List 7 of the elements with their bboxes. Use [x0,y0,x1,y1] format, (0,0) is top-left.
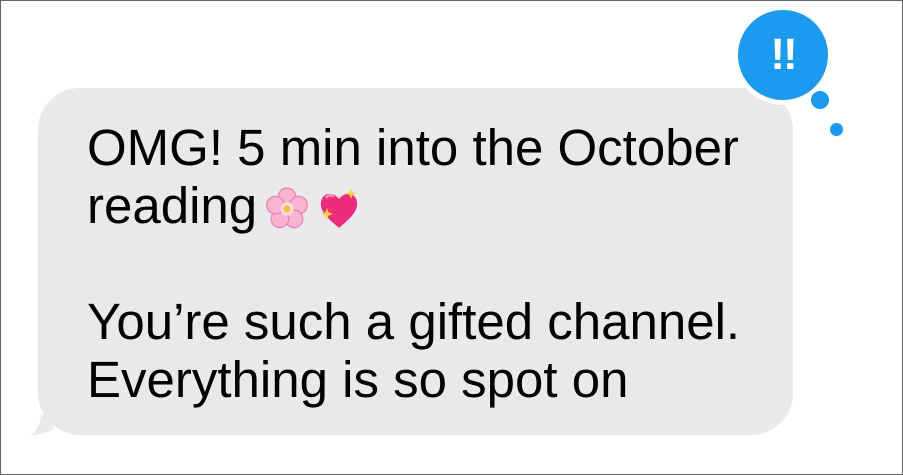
flower-icon [265,187,310,231]
message-text: OMG! 5 min into the October [87,119,739,176]
reaction-tail-dot [830,123,843,136]
message-text: You’re such a gifted channel. [87,293,740,350]
message-text: Everything is so spot on [87,351,628,408]
exclamation-marks: !! [770,30,796,80]
message-text: reading [87,177,258,234]
